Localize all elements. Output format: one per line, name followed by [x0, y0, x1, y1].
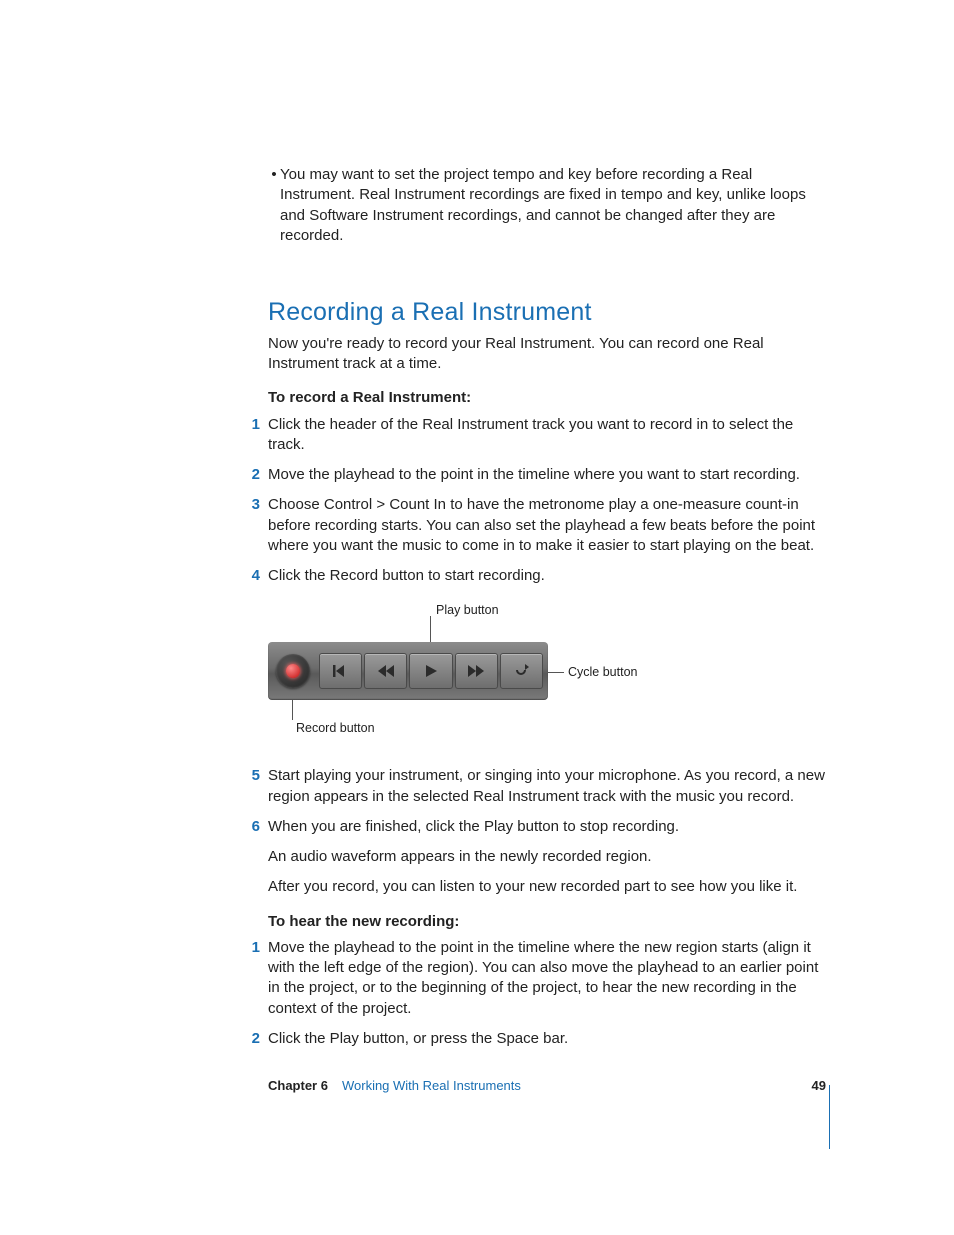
step-text: After you record, you can listen to your…	[268, 877, 826, 897]
callout-record-label: Record button	[296, 721, 375, 735]
step-number: 4	[242, 566, 268, 756]
step-number: 6	[242, 817, 268, 898]
step-number: 2	[242, 465, 268, 485]
step-text: An audio waveform appears in the newly r…	[268, 847, 826, 867]
page-footer: Chapter 6 Working With Real Instruments …	[268, 1077, 826, 1095]
cycle-button[interactable]	[500, 653, 543, 689]
step-number: 2	[242, 1029, 268, 1049]
skip-back-icon	[332, 663, 350, 679]
step-text: When you are finished, click the Play bu…	[268, 817, 826, 837]
cycle-icon	[512, 663, 530, 679]
record-button[interactable]	[276, 654, 310, 688]
subhead-hear: To hear the new recording:	[268, 912, 826, 932]
step-text: Move the playhead to the point in the ti…	[268, 466, 800, 483]
step-text: Choose Control > Count In to have the me…	[268, 496, 815, 554]
transport-figure: Play button Cycle button Record button	[268, 602, 688, 738]
footer-title: Working With Real Instruments	[342, 1077, 521, 1095]
step-text: Click the header of the Real Instrument …	[268, 416, 793, 453]
callout-cycle: Cycle button	[568, 664, 637, 681]
heading-intro: Now you're ready to record your Real Ins…	[268, 334, 826, 375]
section-heading: Recording a Real Instrument	[268, 296, 826, 330]
transport-bar	[268, 642, 548, 700]
forward-icon	[467, 663, 485, 679]
rewind-to-start-button[interactable]	[319, 653, 362, 689]
callout-play-label: Play button	[436, 603, 499, 617]
rewind-icon	[377, 663, 395, 679]
callout-cycle-label: Cycle button	[568, 665, 637, 679]
intro-bullet-text: You may want to set the project tempo an…	[280, 165, 826, 246]
play-icon	[422, 663, 440, 679]
step-number: 1	[242, 415, 268, 456]
step-text: Move the playhead to the point in the ti…	[268, 939, 818, 1017]
intro-bullet: • You may want to set the project tempo …	[268, 165, 826, 246]
step-text: Click the Play button, or press the Spac…	[268, 1030, 568, 1047]
rewind-button[interactable]	[364, 653, 407, 689]
record-steps: 1 Click the header of the Real Instrumen…	[268, 415, 826, 898]
step-number: 3	[242, 495, 268, 556]
step-number: 5	[242, 766, 268, 807]
record-icon	[286, 664, 300, 678]
subhead-record: To record a Real Instrument:	[268, 388, 826, 408]
footer-chapter: Chapter 6	[268, 1077, 328, 1095]
step-text: Start playing your instrument, or singin…	[268, 767, 825, 804]
footer-page-number: 49	[812, 1077, 826, 1095]
callout-play: Play button	[436, 602, 499, 619]
step-text: Click the Record button to start recordi…	[268, 567, 545, 584]
footer-rule	[829, 1085, 830, 1149]
document-page: • You may want to set the project tempo …	[0, 0, 954, 1235]
forward-button[interactable]	[455, 653, 498, 689]
bullet-icon: •	[268, 165, 280, 246]
play-button[interactable]	[409, 653, 452, 689]
step-number: 1	[242, 938, 268, 1019]
callout-record: Record button	[296, 720, 375, 737]
hear-steps: 1 Move the playhead to the point in the …	[268, 938, 826, 1049]
